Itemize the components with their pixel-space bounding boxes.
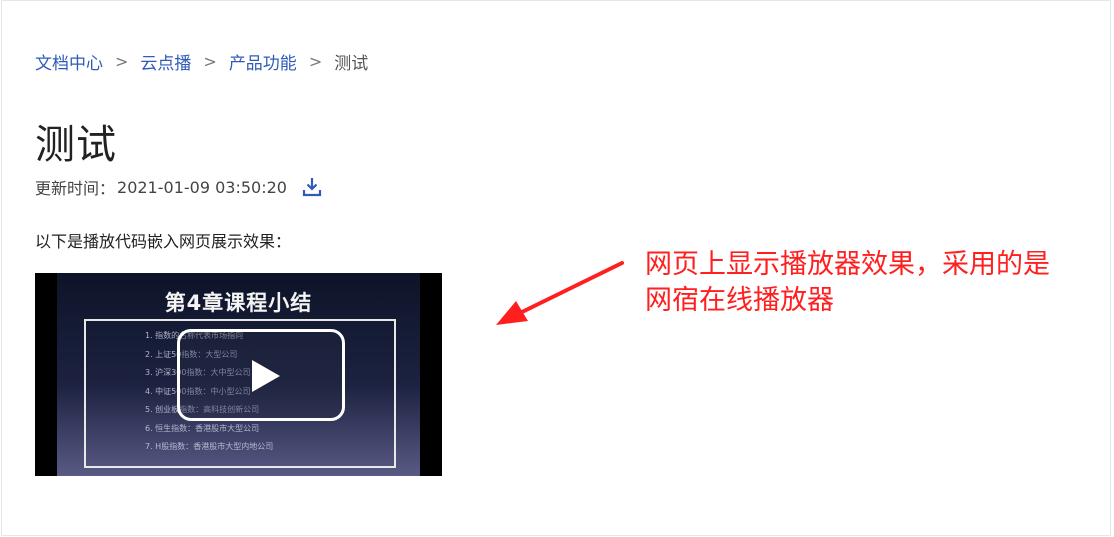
annotation-line-1: 网页上显示播放器效果，采用的是 xyxy=(645,249,1050,280)
video-thumbnail: 第4章课程小结 1. 指数的名称代表市场指向 2. 上证50指数：大型公司 3.… xyxy=(57,273,420,476)
video-player[interactable]: 第4章课程小结 1. 指数的名称代表市场指向 2. 上证50指数：大型公司 3.… xyxy=(35,273,442,476)
breadcrumb-separator: > xyxy=(308,51,323,71)
breadcrumb: 文档中心 > 云点播 > 产品功能 > 测试 xyxy=(35,49,369,74)
update-meta: 更新时间： 2021-01-09 03:50:20 xyxy=(35,176,323,198)
updated-time: 2021-01-09 03:50:20 xyxy=(117,177,287,197)
annotation-arrow-icon xyxy=(496,261,624,325)
slide-line: 7. H股指数：香港股市大型内地公司 xyxy=(145,442,274,451)
intro-text: 以下是播放代码嵌入网页展示效果： xyxy=(35,232,292,251)
breadcrumb-current: 测试 xyxy=(334,53,369,74)
page-title: 测试 xyxy=(35,122,117,168)
download-icon[interactable] xyxy=(301,176,323,198)
annotation-line-2: 网宿在线播放器 xyxy=(645,285,834,316)
breadcrumb-link-product-features[interactable]: 产品功能 xyxy=(229,49,297,74)
breadcrumb-separator: > xyxy=(203,51,217,71)
breadcrumb-separator: > xyxy=(115,51,129,71)
updated-label: 更新时间： xyxy=(35,179,116,198)
breadcrumb-link-vod[interactable]: 云点播 xyxy=(140,49,191,74)
slide-line: 6. 恒生指数：香港股市大型公司 xyxy=(145,423,260,433)
play-button[interactable] xyxy=(177,329,345,421)
play-icon xyxy=(252,360,280,392)
annotation-text: 网页上显示播放器效果，采用的是 网宿在线播放器 xyxy=(645,247,1085,319)
slide-title: 第4章课程小结 xyxy=(164,291,313,315)
breadcrumb-link-doc-center[interactable]: 文档中心 xyxy=(35,49,103,74)
